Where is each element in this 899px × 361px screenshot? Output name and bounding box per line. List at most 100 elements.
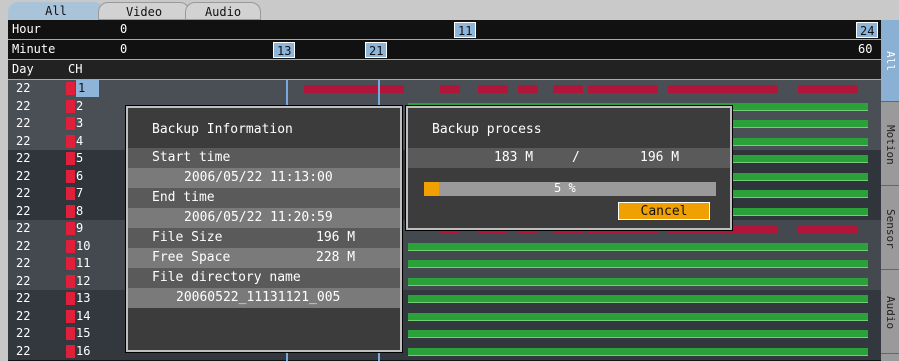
- backup-process-title: Backup process: [432, 122, 542, 137]
- channel-number: 5: [76, 151, 84, 165]
- event-bar: [304, 85, 404, 93]
- backup-total-size: 196 M: [640, 150, 680, 165]
- channel-number: 10: [76, 238, 91, 253]
- end-time-label: End time: [152, 190, 215, 205]
- backup-done-size: 183 M: [494, 150, 534, 165]
- minute-start: 0: [120, 42, 128, 56]
- event-bar: [440, 85, 460, 93]
- minute-marker-start[interactable]: 13: [273, 42, 296, 58]
- day-value: 22: [16, 291, 31, 305]
- side-tab-all[interactable]: All: [881, 20, 899, 102]
- dir-value: 20060522_11131121_005: [176, 290, 341, 305]
- record-bar: [408, 295, 868, 303]
- channel-indicator: [66, 292, 75, 305]
- channel-indicator: [66, 274, 75, 288]
- hour-row: Hour 0 11 24: [8, 20, 881, 40]
- minute-marker-end[interactable]: 21: [365, 42, 388, 58]
- backup-info-title: Backup Information: [152, 122, 293, 137]
- record-bar: [408, 242, 868, 251]
- size-separator: /: [572, 150, 580, 165]
- minute-row: Minute 0 13 21 60: [8, 40, 881, 60]
- channel-number: 3: [76, 116, 84, 130]
- event-bar: [588, 85, 658, 93]
- file-size-value: 196 M: [316, 230, 356, 245]
- channel-row[interactable]: 22 1: [8, 80, 881, 98]
- minute-label: Minute: [12, 42, 56, 56]
- event-bar: [668, 85, 778, 93]
- channel-indicator: [66, 239, 75, 253]
- channel-indicator: [66, 257, 75, 270]
- channel-number: 14: [76, 308, 91, 323]
- side-tabs: All Motion Sensor Audio: [881, 20, 899, 361]
- channel-number: 8: [76, 203, 84, 218]
- file-size-label: File Size: [152, 230, 223, 245]
- channel-indicator: [66, 82, 75, 95]
- progress-percent: 5 %: [554, 181, 576, 195]
- channel-number: 16: [76, 343, 91, 358]
- start-time-label: Start time: [152, 150, 231, 165]
- channel-number: 4: [76, 133, 84, 148]
- channel-indicator: [66, 309, 75, 323]
- event-bar: [798, 225, 858, 233]
- channel-number: 1: [76, 80, 100, 97]
- day-value: 22: [16, 221, 31, 235]
- channel-indicator: [66, 327, 75, 340]
- tab-audio[interactable]: Audio: [185, 2, 261, 20]
- backup-progress-bar: 5 %: [424, 181, 716, 196]
- day-value: 22: [16, 186, 31, 200]
- free-space-value: 228 M: [316, 250, 356, 265]
- day-value: 22: [16, 98, 31, 113]
- backup-information-panel: Backup Information Start time 2006/05/22…: [126, 106, 402, 352]
- timeline-area: Hour 0 11 24 Minute 0 13 21 60 Day CH 22…: [8, 20, 881, 361]
- day-value: 22: [16, 203, 31, 218]
- record-bar: [408, 277, 868, 286]
- day-header: Day: [12, 62, 34, 76]
- day-value: 22: [16, 81, 31, 95]
- ch-header: CH: [68, 62, 83, 76]
- side-tab-audio[interactable]: Audio: [881, 272, 899, 354]
- channel-indicator: [66, 99, 75, 113]
- day-value: 22: [16, 308, 31, 323]
- channel-indicator: [66, 117, 75, 130]
- hour-end[interactable]: 24: [856, 22, 879, 38]
- day-value: 22: [16, 168, 31, 183]
- start-time-value: 2006/05/22 11:13:00: [184, 170, 333, 185]
- record-bar: [408, 312, 868, 321]
- channel-indicator: [66, 134, 75, 148]
- backup-process-panel: Backup process 183 M / 196 M 5 % Cancel: [406, 106, 732, 230]
- side-tab-motion[interactable]: Motion: [881, 104, 899, 186]
- cancel-button[interactable]: Cancel: [618, 202, 710, 220]
- channel-indicator: [66, 187, 75, 200]
- day-value: 22: [16, 343, 31, 358]
- channel-indicator: [66, 204, 75, 218]
- day-value: 22: [16, 256, 31, 270]
- channel-indicator: [66, 344, 75, 358]
- channel-number: 11: [76, 256, 91, 270]
- hour-marker[interactable]: 11: [454, 22, 477, 38]
- dir-label: File directory name: [152, 270, 301, 285]
- channel-number: 6: [76, 168, 84, 183]
- record-bar: [408, 330, 868, 338]
- tab-all[interactable]: All: [8, 2, 104, 20]
- day-value: 22: [16, 273, 31, 288]
- event-bar: [518, 85, 538, 93]
- progress-fill: [424, 182, 439, 196]
- top-tabs: All Video Audio: [0, 0, 899, 20]
- tab-video[interactable]: Video: [98, 2, 190, 20]
- channel-indicator: [66, 152, 75, 165]
- record-bar: [408, 347, 868, 356]
- minute-end: 60: [858, 42, 873, 56]
- channel-number: 2: [76, 98, 84, 113]
- hour-start: 0: [120, 22, 128, 36]
- side-tab-sensor[interactable]: Sensor: [881, 188, 899, 270]
- day-value: 22: [16, 238, 31, 253]
- free-space-label: Free Space: [152, 250, 231, 265]
- event-bar: [798, 85, 858, 93]
- event-bar: [478, 85, 508, 93]
- channel-indicator: [66, 222, 75, 235]
- column-header: Day CH: [8, 60, 881, 80]
- channel-indicator: [66, 169, 75, 183]
- channel-number: 12: [76, 273, 91, 288]
- day-value: 22: [16, 116, 31, 130]
- channel-number: 13: [76, 291, 91, 305]
